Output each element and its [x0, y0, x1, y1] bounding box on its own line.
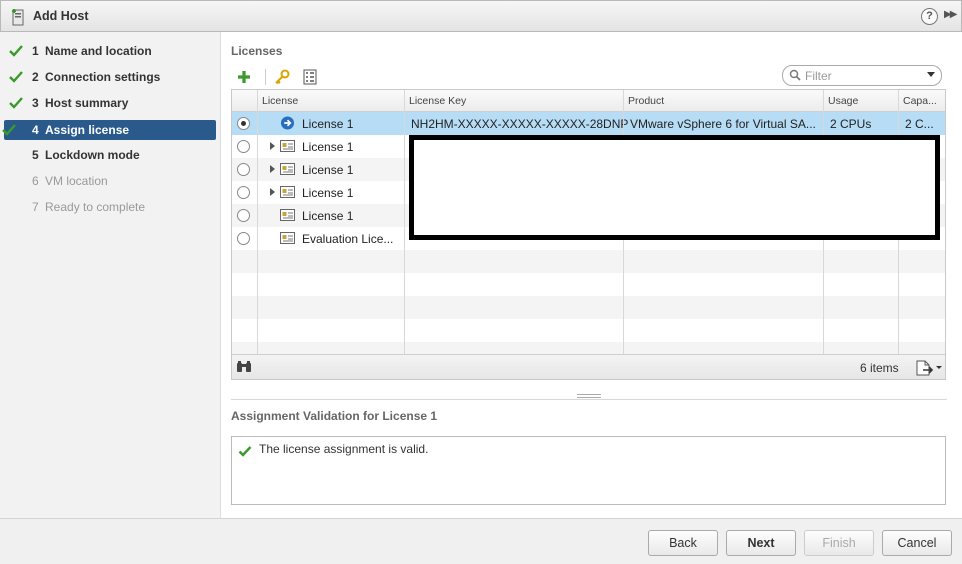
check-icon [238, 446, 252, 457]
main-panel: Licenses Filter License License Key Prod… [222, 32, 962, 518]
button-bar: Back Next Finish Cancel [0, 518, 962, 564]
binoculars-icon[interactable] [236, 360, 252, 374]
license-key: NH2HM-XXXXX-XXXXX-XXXXX-28DNP [411, 117, 629, 131]
step-connection-settings[interactable]: 2 Connection settings [4, 67, 216, 87]
key-icon[interactable] [271, 66, 293, 88]
check-icon [9, 71, 23, 83]
row-radio[interactable] [237, 209, 250, 222]
toolbar-divider [265, 69, 266, 85]
chevron-down-icon[interactable] [927, 72, 935, 77]
column-header-capacity[interactable]: Capa... [903, 95, 937, 107]
check-icon [9, 45, 23, 57]
expand-arrow-icon[interactable] [270, 142, 275, 150]
step-assign-license[interactable]: 4 Assign license [2, 120, 216, 140]
items-count: 6 items [860, 361, 899, 375]
grid-header: License License Key Product Usage Capa..… [232, 90, 945, 112]
export-icon[interactable] [915, 360, 943, 376]
check-icon [9, 97, 23, 109]
row-radio[interactable] [237, 232, 250, 245]
step-name-and-location[interactable]: 1 Name and location [4, 41, 216, 61]
license-usage: 2 CPUs [830, 117, 872, 131]
splitter-grip[interactable] [577, 394, 601, 398]
step-lockdown-mode[interactable]: 5 Lockdown mode [4, 145, 216, 165]
license-name: License 1 [302, 117, 354, 131]
license-name: License 1 [302, 209, 354, 223]
license-card-icon [280, 209, 295, 221]
check-icon [2, 124, 16, 136]
empty-row [232, 296, 945, 319]
empty-row [232, 250, 945, 273]
next-button[interactable]: Next [726, 530, 796, 556]
row-radio[interactable] [237, 163, 250, 176]
plus-icon[interactable] [233, 66, 255, 88]
checklist-icon[interactable] [299, 66, 321, 88]
row-radio[interactable] [237, 186, 250, 199]
license-capacity: 2 C... [905, 117, 934, 131]
search-icon [789, 69, 801, 81]
column-divider [404, 90, 405, 354]
licenses-heading: Licenses [231, 44, 283, 58]
add-host-icon [12, 9, 24, 26]
step-vm-location: 6 VM location [32, 174, 108, 188]
finish-button: Finish [804, 530, 874, 556]
redacted-area [409, 135, 940, 240]
expand-arrow-icon[interactable] [270, 165, 275, 173]
grid-footer: 6 items [232, 354, 945, 379]
row-radio[interactable] [237, 140, 250, 153]
step-ready-to-complete: 7 Ready to complete [32, 200, 146, 214]
license-product: VMware vSphere 6 for Virtual SA... [630, 117, 816, 131]
column-header-product[interactable]: Product [628, 95, 664, 107]
license-name: License 1 [302, 163, 354, 177]
license-card-icon [280, 163, 295, 175]
validation-heading: Assignment Validation for License 1 [231, 409, 438, 423]
column-header-license-key[interactable]: License Key [409, 95, 466, 107]
wizard-steps: 1 Name and location 2 Connection setting… [0, 32, 221, 518]
expand-icon[interactable]: ▶▶ [944, 9, 957, 20]
row-radio[interactable] [237, 117, 250, 130]
license-name: Evaluation Lice... [302, 232, 394, 246]
column-header-license[interactable]: License [262, 95, 298, 107]
table-row[interactable]: License 1 NH2HM-XXXXX-XXXXX-XXXXX-28DNP … [232, 112, 945, 135]
cancel-button[interactable]: Cancel [882, 530, 952, 556]
empty-row [232, 342, 945, 354]
column-header-usage[interactable]: Usage [828, 95, 858, 107]
validation-box: The license assignment is valid. [231, 436, 946, 505]
dialog-title: Add Host [33, 9, 89, 23]
arrow-right-circle-icon [280, 116, 295, 130]
license-card-icon [280, 186, 295, 198]
validation-message: The license assignment is valid. [259, 442, 429, 456]
panel-splitter[interactable] [231, 394, 947, 400]
help-icon[interactable]: ? [921, 8, 938, 25]
step-host-summary[interactable]: 3 Host summary [4, 93, 216, 113]
license-card-icon [280, 232, 295, 244]
back-button[interactable]: Back [648, 530, 718, 556]
filter-placeholder: Filter [805, 69, 832, 83]
title-bar: Add Host ? ▶▶ [0, 0, 962, 32]
license-name: License 1 [302, 186, 354, 200]
expand-arrow-icon[interactable] [270, 188, 275, 196]
license-card-icon [280, 140, 295, 152]
column-divider [257, 90, 258, 354]
filter-input[interactable]: Filter [782, 65, 942, 86]
license-name: License 1 [302, 140, 354, 154]
